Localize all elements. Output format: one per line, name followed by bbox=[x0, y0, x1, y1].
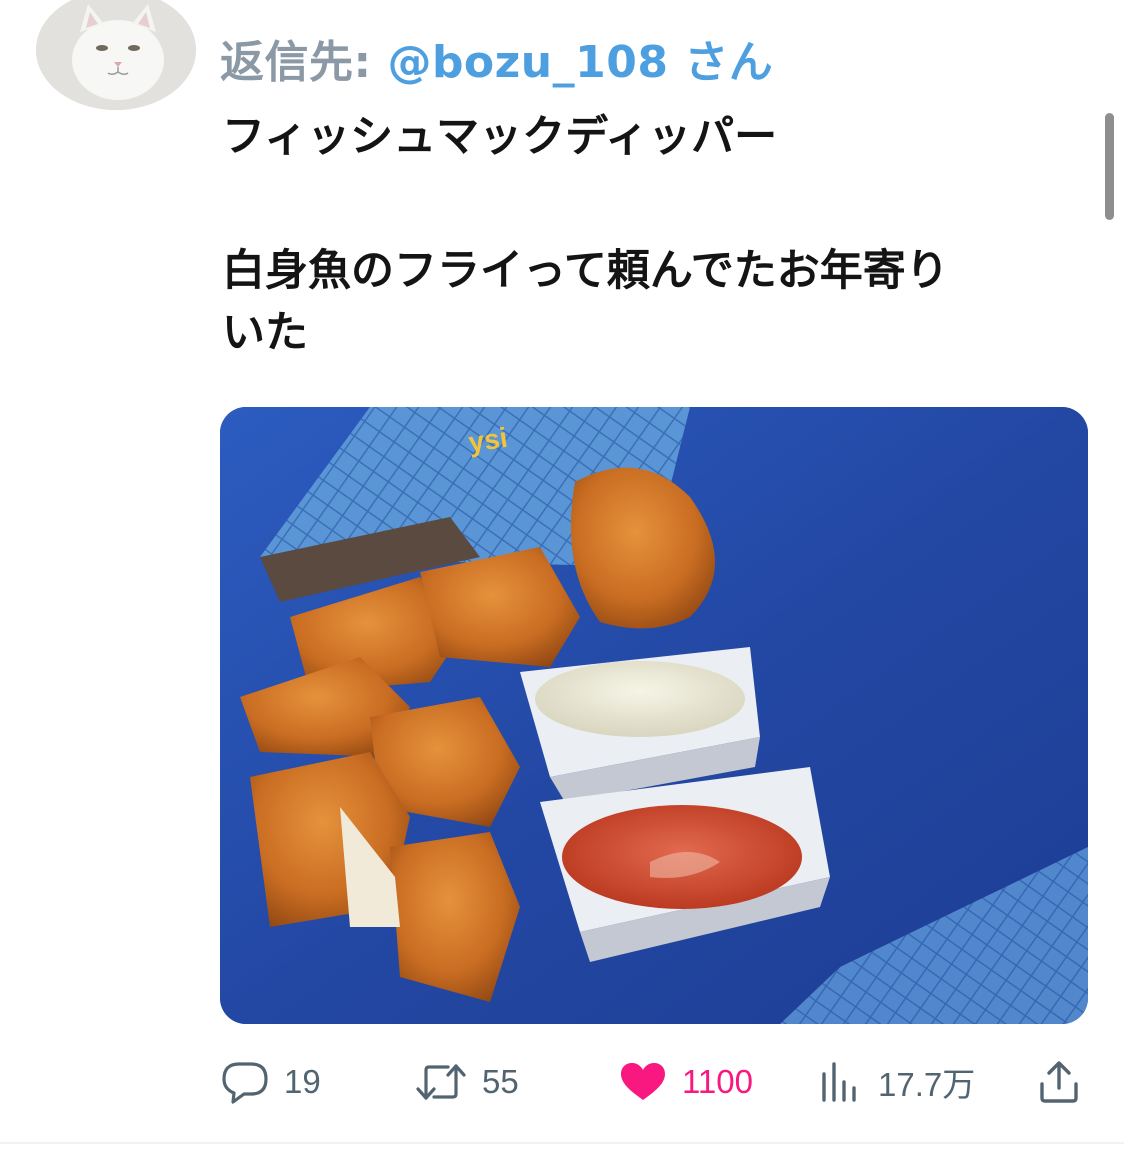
tweet-text: フィッシュマックディッパー 白身魚のフライって頼んでたお年寄り いた bbox=[222, 106, 1092, 364]
heart-filled-icon bbox=[621, 1063, 665, 1100]
cat-avatar-image bbox=[36, 0, 196, 110]
avatar[interactable] bbox=[36, 0, 196, 110]
fish-nuggets-photo: ysi bbox=[220, 407, 1088, 1024]
share-button[interactable] bbox=[1036, 1050, 1082, 1114]
tweet-text-line: いた bbox=[222, 308, 308, 358]
reply-bubble-icon bbox=[222, 1062, 268, 1104]
share-upload-icon bbox=[1040, 1061, 1078, 1103]
tweet-text-line: フィッシュマックディッパー bbox=[222, 112, 778, 162]
retweet-count: 55 bbox=[482, 1063, 519, 1100]
like-count: 1100 bbox=[682, 1063, 753, 1100]
tweet-text-line: 白身魚のフライって頼んでたお年寄り bbox=[222, 246, 949, 296]
reply-to-line: 返信先: @bozu_108 さん bbox=[220, 26, 773, 90]
package-print-text: ysi bbox=[467, 422, 510, 458]
reply-handle-link[interactable]: @bozu_108 bbox=[387, 37, 668, 88]
tweet-divider bbox=[0, 1142, 1124, 1144]
reply-count: 19 bbox=[284, 1063, 321, 1100]
views-button[interactable]: 17.7万 bbox=[818, 1050, 975, 1114]
reply-handle-suffix: さん bbox=[684, 37, 774, 88]
like-button[interactable]: 1100 bbox=[618, 1050, 753, 1114]
reply-button[interactable]: 19 bbox=[220, 1050, 321, 1114]
tweet-action-bar: 19 55 1100 17.7万 bbox=[0, 1050, 1124, 1114]
views-count: 17.7万 bbox=[878, 1066, 976, 1103]
views-chart-icon bbox=[822, 1062, 856, 1102]
retweet-icon bbox=[416, 1064, 466, 1100]
retweet-button[interactable]: 55 bbox=[414, 1050, 519, 1114]
scrollbar[interactable] bbox=[1105, 113, 1114, 220]
reply-prefix: 返信先: bbox=[220, 37, 372, 88]
tweet-media-photo[interactable]: ysi bbox=[220, 407, 1088, 1024]
